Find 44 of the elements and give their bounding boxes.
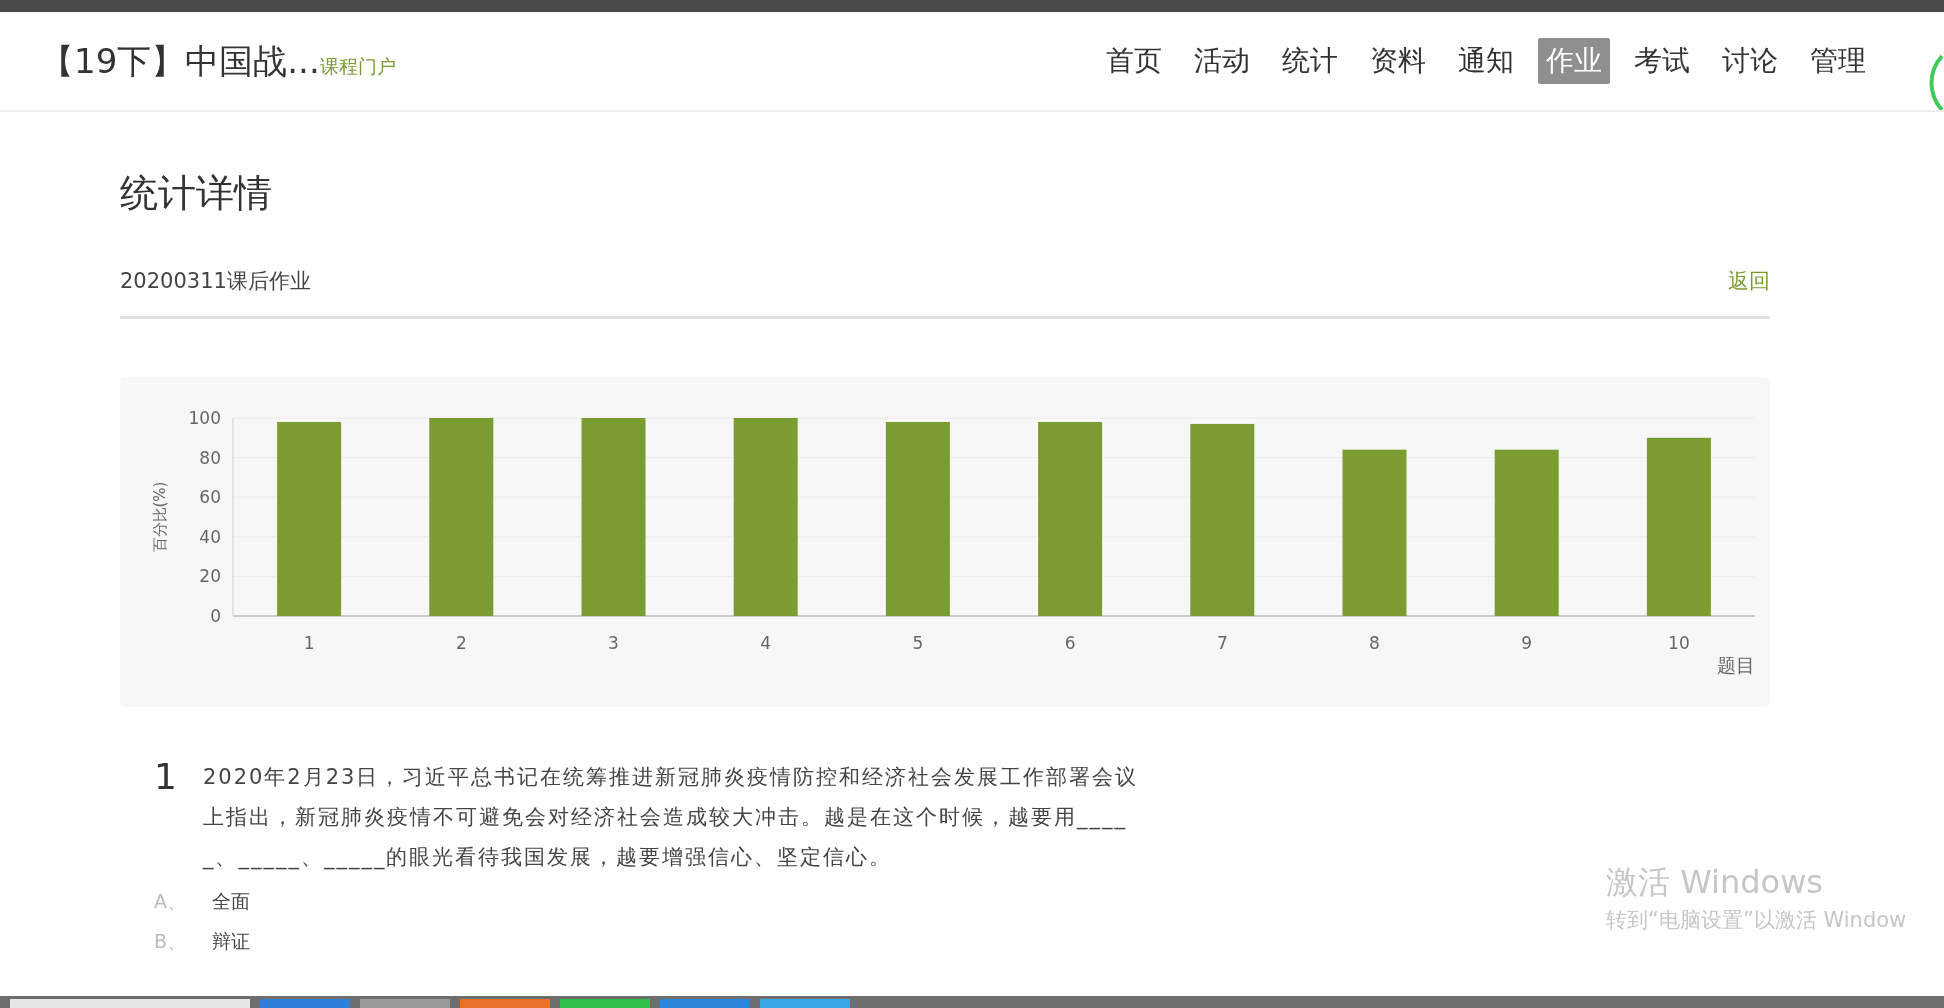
x-tick-label: 2 [455, 632, 467, 653]
taskbar-button[interactable] [760, 999, 850, 1008]
activation-title: 激活 Windows [1606, 862, 1824, 902]
option-letter: B、 [154, 929, 184, 955]
y-tick-label: 0 [210, 605, 221, 626]
x-tick-label: 10 [1668, 632, 1690, 653]
taskbar-button[interactable] [460, 999, 550, 1008]
x-tick-label: 3 [608, 632, 619, 653]
option-text: 全面 [212, 889, 250, 915]
nav-tab[interactable]: 首页 [1098, 38, 1170, 84]
taskbar-button[interactable] [260, 999, 350, 1008]
page-title: 统计详情 [120, 174, 273, 212]
y-tick-label: 40 [199, 526, 221, 547]
x-tick-label: 6 [1064, 632, 1076, 653]
x-axis-label: 题目 [1717, 653, 1755, 676]
taskbar-button[interactable] [660, 999, 750, 1008]
y-axis-label: 百分比(%) [151, 481, 169, 552]
x-tick-label: 8 [1369, 632, 1380, 653]
x-tick-label: 4 [760, 632, 772, 653]
option-letter: A、 [154, 889, 184, 915]
taskbar-button[interactable] [360, 999, 450, 1008]
x-tick-label: 5 [912, 632, 924, 653]
nav-tab[interactable]: 考试 [1626, 38, 1698, 84]
activation-subtitle: 转到“电脑设置”以激活 Window [1606, 907, 1907, 934]
x-tick-label: 1 [303, 632, 315, 653]
taskbar-button[interactable] [10, 999, 250, 1008]
nav-tab[interactable]: 统计 [1274, 38, 1346, 84]
y-tick-label: 60 [199, 486, 221, 507]
assignment-name: 20200311课后作业 [120, 268, 311, 295]
course-title: 【19下】中国战... [40, 39, 320, 83]
question-number: 1 [154, 756, 177, 799]
nav-tab[interactable]: 资料 [1362, 38, 1434, 84]
nav-tab[interactable]: 讨论 [1714, 38, 1786, 84]
option-text: 辩证 [212, 929, 250, 955]
y-tick-label: 20 [199, 565, 221, 586]
nav-tab[interactable]: 活动 [1186, 38, 1258, 84]
y-tick-label: 100 [188, 407, 221, 428]
x-tick-label: 7 [1216, 632, 1228, 653]
question-text: 2020年2月23日，习近平总书记在统筹推进新冠肺炎疫情防控和经济社会发展工作部署会议上指出，新冠肺炎疫情不可避免会对经济社会造成较大冲击。越是在这个时候，越要用_____、_____、_____的眼光看待我国发展，越要增强信心、坚定信心。 [202, 763, 1140, 872]
x-tick-label: 9 [1521, 632, 1533, 653]
taskbar-button[interactable] [560, 999, 650, 1008]
nav-tab[interactable]: 通知 [1450, 38, 1522, 84]
nav-tab[interactable]: 管理 [1802, 38, 1874, 84]
y-tick-label: 80 [199, 447, 221, 468]
